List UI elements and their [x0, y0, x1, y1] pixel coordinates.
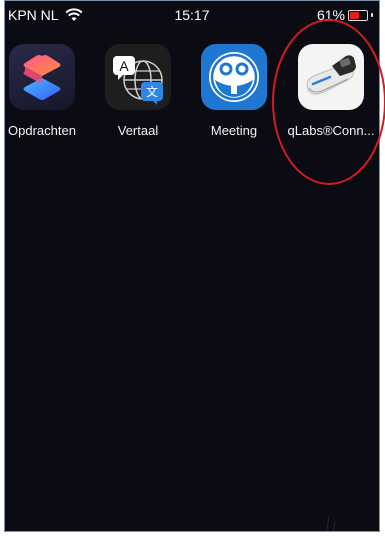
- screen-glare-mark: [325, 516, 336, 531]
- svg-text:A: A: [119, 58, 129, 74]
- battery-icon: [348, 9, 368, 21]
- shortcuts-icon[interactable]: [9, 44, 75, 110]
- svg-text:文: 文: [146, 84, 158, 99]
- app-label: Opdrachten: [8, 123, 76, 138]
- app-label: Vertaal: [117, 123, 159, 138]
- app-label: Meeting: [210, 123, 258, 138]
- translate-icon[interactable]: A 文: [105, 44, 171, 110]
- battery-fill: [350, 11, 359, 19]
- app-meeting[interactable]: Meeting: [189, 44, 279, 138]
- highlight-circle: [272, 19, 385, 185]
- app-opdrachten[interactable]: Opdrachten: [5, 44, 87, 138]
- meeting-icon[interactable]: [201, 44, 267, 110]
- app-vertaal[interactable]: A 文 Vertaal: [93, 44, 183, 138]
- battery-tip: [371, 13, 373, 17]
